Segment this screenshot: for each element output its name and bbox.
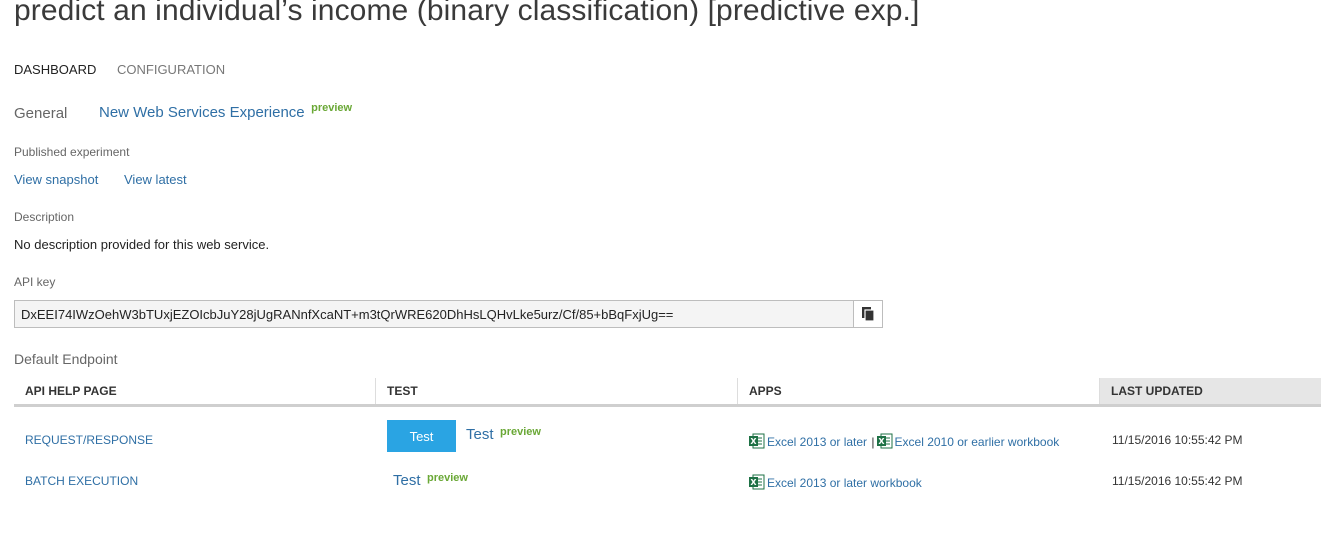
excel-2013-workbook-link[interactable]: Excel 2013 or later workbook: [767, 476, 922, 490]
view-snapshot-link[interactable]: View snapshot: [14, 172, 98, 187]
general-label: General: [14, 105, 68, 122]
test-preview-link[interactable]: Test: [393, 472, 421, 489]
column-header-test[interactable]: TEST: [375, 378, 737, 404]
copy-button[interactable]: [853, 301, 882, 327]
preview-badge: preview: [426, 472, 468, 484]
apps-separator: |: [871, 435, 875, 449]
tab-dashboard[interactable]: DASHBOARD: [14, 62, 96, 77]
preview-badge: preview: [499, 426, 541, 438]
excel-icon: X: [748, 432, 765, 449]
batch-execution-link[interactable]: BATCH EXECUTION: [25, 474, 138, 488]
last-updated-value: 11/15/2016 10:55:42 PM: [1112, 474, 1243, 488]
endpoint-table-header: API HELP PAGE TEST APPS LAST UPDATED: [14, 378, 1321, 407]
last-updated-value: 11/15/2016 10:55:42 PM: [1112, 433, 1243, 447]
excel-icon: X: [748, 473, 765, 490]
new-web-services-experience-link[interactable]: New Web Services Experience: [99, 104, 305, 121]
test-preview-link-group: Test preview: [466, 426, 541, 444]
new-web-services-link-group: New Web Services Experience preview: [99, 102, 353, 122]
svg-text:X: X: [878, 437, 885, 446]
apps-cell: X Excel 2013 or later workbook: [748, 473, 922, 490]
description-label: Description: [14, 210, 75, 224]
default-endpoint-label: Default Endpoint: [14, 351, 118, 367]
view-latest-link[interactable]: View latest: [124, 172, 187, 187]
published-experiment-label: Published experiment: [14, 145, 130, 159]
api-key-label: API key: [14, 275, 56, 289]
svg-text:X: X: [750, 437, 757, 446]
api-key-value[interactable]: DxEEI74IWzOehW3bTUxjEZOIcbJuY28jUgRANnfX…: [21, 307, 673, 322]
tab-configuration[interactable]: CONFIGURATION: [117, 62, 225, 77]
apps-cell: X Excel 2013 or later | X Excel 2010 or …: [748, 432, 1059, 449]
column-header-api-help-page[interactable]: API HELP PAGE: [14, 378, 375, 404]
copy-icon: [862, 307, 875, 322]
api-key-field[interactable]: DxEEI74IWzOehW3bTUxjEZOIcbJuY28jUgRANnfX…: [14, 300, 883, 328]
excel-icon: X: [876, 432, 893, 449]
svg-text:X: X: [750, 478, 757, 487]
column-header-last-updated[interactable]: LAST UPDATED: [1099, 378, 1321, 404]
excel-2010-link[interactable]: Excel 2010 or earlier workbook: [895, 435, 1060, 449]
test-preview-link-group: Test preview: [393, 472, 468, 490]
description-text: No description provided for this web ser…: [14, 237, 270, 252]
page-title: predict an individual’s income (binary c…: [14, 0, 920, 27]
test-preview-link[interactable]: Test: [466, 426, 494, 443]
preview-badge: preview: [311, 102, 353, 114]
request-response-link[interactable]: REQUEST/RESPONSE: [25, 433, 153, 447]
test-button[interactable]: Test: [387, 420, 456, 452]
excel-2013-link[interactable]: Excel 2013 or later: [767, 435, 867, 449]
column-header-apps[interactable]: APPS: [737, 378, 1099, 404]
